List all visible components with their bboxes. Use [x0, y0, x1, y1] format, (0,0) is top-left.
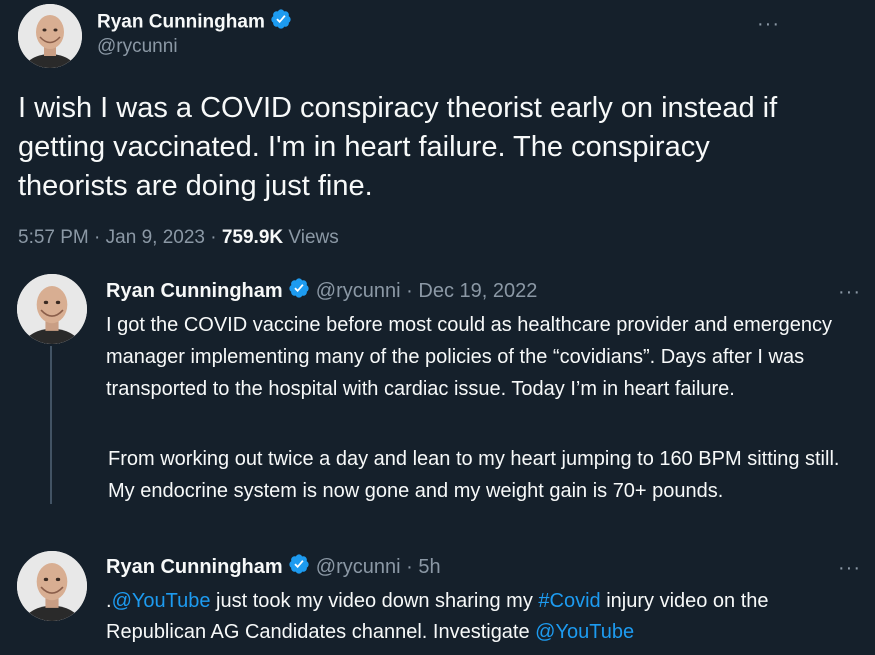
tweet-time[interactable]: 5:57 PM — [18, 227, 89, 248]
mention-link[interactable]: @YouTube — [535, 621, 634, 643]
thread-line — [50, 346, 52, 504]
tweet-meta: 5:57 PM · Jan 9, 2023 · 759.9K Views — [18, 226, 339, 250]
author-line: Ryan Cunningham — [97, 8, 292, 37]
meta-separator: · — [406, 279, 413, 302]
author-handle[interactable]: @rycunni — [316, 280, 401, 302]
author-name[interactable]: Ryan Cunningham — [106, 556, 283, 578]
avatar-image — [18, 4, 82, 68]
views-label: Views — [288, 227, 339, 248]
avatar[interactable] — [17, 551, 87, 621]
meta-separator: · — [406, 555, 413, 578]
tweet-text-paragraph: I got the COVID vaccine before most coul… — [106, 314, 832, 400]
avatar-image — [17, 551, 87, 621]
author-line: Ryan Cunningham @rycunni · Dec 19, 2022 — [106, 277, 537, 306]
tweet-date[interactable]: Dec 19, 2022 — [418, 280, 537, 302]
avatar[interactable] — [17, 274, 87, 344]
mention-link[interactable]: @YouTube — [112, 590, 211, 612]
verified-badge-icon — [288, 553, 310, 582]
tweet-text: I wish I was a COVID conspiracy theorist… — [18, 92, 778, 202]
tweet-date[interactable]: Jan 9, 2023 — [106, 227, 205, 248]
tweet-time-ago[interactable]: 5h — [418, 556, 440, 578]
hashtag-link[interactable]: #Covid — [538, 590, 600, 612]
more-options-icon[interactable]: ··· — [838, 282, 861, 302]
tweet-text: .@YouTube just took my video down sharin… — [106, 586, 870, 648]
meta-separator: · — [94, 227, 101, 248]
meta-separator: · — [210, 227, 217, 248]
author-name[interactable]: Ryan Cunningham — [97, 12, 265, 33]
avatar-image — [17, 274, 87, 344]
tweet-text-paragraph: From working out twice a day and lean to… — [108, 448, 840, 502]
views-count: 759.9K — [221, 227, 284, 248]
verified-badge-icon — [270, 8, 292, 37]
more-options-icon[interactable]: ··· — [757, 14, 780, 34]
author-handle[interactable]: @rycunni — [97, 35, 178, 59]
avatar[interactable] — [18, 4, 82, 68]
author-handle[interactable]: @rycunni — [316, 556, 401, 578]
author-name[interactable]: Ryan Cunningham — [106, 280, 283, 302]
text-segment: just took my video down sharing my — [210, 590, 539, 612]
verified-badge-icon — [288, 277, 310, 306]
author-line: Ryan Cunningham @rycunni · 5h — [106, 553, 441, 582]
more-options-icon[interactable]: ··· — [838, 558, 861, 578]
